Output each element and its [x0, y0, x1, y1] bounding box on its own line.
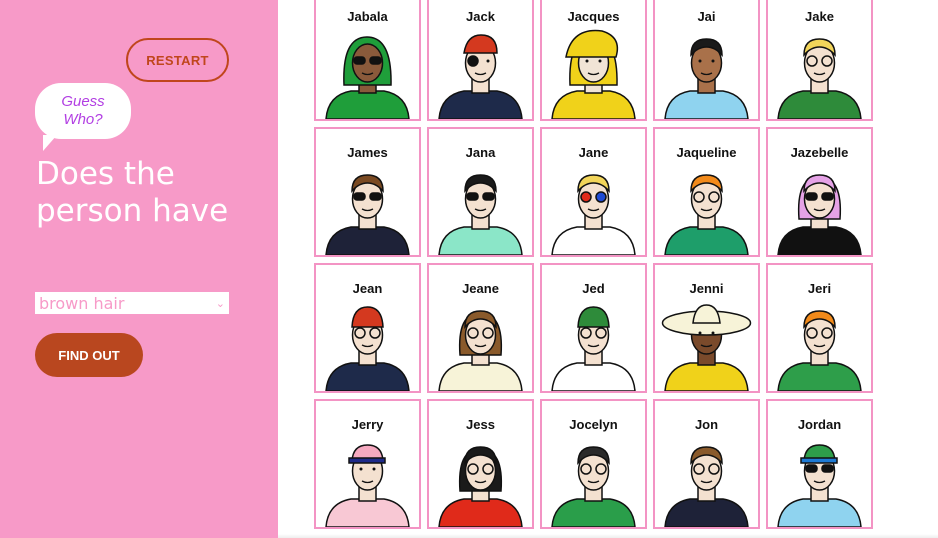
- character-card[interactable]: Jane: [540, 127, 647, 257]
- character-portrait: [661, 304, 752, 391]
- character-card[interactable]: Jeane: [427, 263, 534, 393]
- character-name: Jess: [466, 417, 495, 432]
- character-card[interactable]: Jana: [427, 127, 534, 257]
- character-card[interactable]: Jazebelle: [766, 127, 873, 257]
- character-portrait: [664, 446, 749, 527]
- character-portrait: [551, 174, 636, 255]
- character-portrait: [664, 174, 749, 255]
- sidebar: RESTART Guess Who? Does the person have …: [0, 0, 278, 538]
- character-name: Jeri: [807, 281, 832, 296]
- character-name: Jacques: [567, 9, 620, 24]
- character-portrait: [777, 310, 862, 391]
- character-name: Jed: [582, 281, 605, 296]
- character-portrait: [325, 306, 410, 391]
- question-heading: Does the person have: [36, 156, 229, 229]
- character-card[interactable]: Jerry: [314, 399, 421, 529]
- restart-button[interactable]: RESTART: [126, 38, 229, 82]
- logo-line-1: Guess: [61, 93, 105, 110]
- character-name: Jenni: [689, 281, 724, 296]
- attribute-select-value: brown hair: [39, 293, 125, 313]
- character-portrait: [777, 444, 862, 527]
- page-bottom-edge: [278, 534, 938, 538]
- character-portrait: [325, 36, 410, 119]
- find-out-button[interactable]: FIND OUT: [35, 333, 143, 377]
- character-name: Jerry: [351, 417, 384, 432]
- character-card[interactable]: James: [314, 127, 421, 257]
- character-portrait: [325, 444, 410, 527]
- character-card[interactable]: Jed: [540, 263, 647, 393]
- character-card[interactable]: Jeri: [766, 263, 873, 393]
- character-name: Jane: [578, 145, 609, 160]
- character-name: Jon: [694, 417, 719, 432]
- character-card[interactable]: Jess: [427, 399, 534, 529]
- character-portrait: [551, 446, 636, 527]
- character-name: Jai: [697, 9, 716, 24]
- character-portrait: [438, 310, 523, 391]
- character-portrait: [551, 306, 636, 391]
- character-portrait: [325, 174, 410, 255]
- character-name: James: [347, 145, 388, 160]
- character-portrait: [438, 446, 523, 527]
- character-card[interactable]: Jon: [653, 399, 760, 529]
- character-name: Jaqueline: [676, 145, 737, 160]
- character-name: Jazebelle: [790, 145, 849, 160]
- guess-who-logo: Guess Who?: [35, 83, 131, 151]
- character-name: Jake: [805, 9, 834, 24]
- character-card[interactable]: Jaqueline: [653, 127, 760, 257]
- character-portrait: [777, 38, 862, 119]
- character-name: Jean: [352, 281, 383, 296]
- character-portrait: [551, 29, 636, 119]
- character-card[interactable]: Jordan: [766, 399, 873, 529]
- character-card[interactable]: Jean: [314, 263, 421, 393]
- character-card[interactable]: Jake: [766, 0, 873, 121]
- character-portrait: [664, 38, 749, 119]
- character-card[interactable]: Jack: [427, 0, 534, 121]
- character-board: Jabala Jack Jacques Jai Jake James Jana Jane Jaq…: [314, 0, 876, 529]
- character-portrait: [438, 34, 523, 119]
- chevron-down-icon: ⌄: [215, 297, 225, 310]
- attribute-select[interactable]: brown hair ⌄: [35, 292, 229, 314]
- character-card[interactable]: Jenni: [653, 263, 760, 393]
- character-name: Jocelyn: [569, 417, 618, 432]
- character-portrait: [438, 174, 523, 255]
- character-card[interactable]: Jacques: [540, 0, 647, 121]
- character-name: Jana: [465, 145, 496, 160]
- logo-line-2: Who?: [63, 111, 103, 128]
- character-name: Jabala: [347, 9, 388, 24]
- character-card[interactable]: Jai: [653, 0, 760, 121]
- character-portrait: [777, 174, 862, 255]
- character-name: Jeane: [462, 281, 499, 296]
- character-card[interactable]: Jocelyn: [540, 399, 647, 529]
- character-name: Jordan: [797, 417, 842, 432]
- character-name: Jack: [466, 9, 495, 24]
- character-card[interactable]: Jabala: [314, 0, 421, 121]
